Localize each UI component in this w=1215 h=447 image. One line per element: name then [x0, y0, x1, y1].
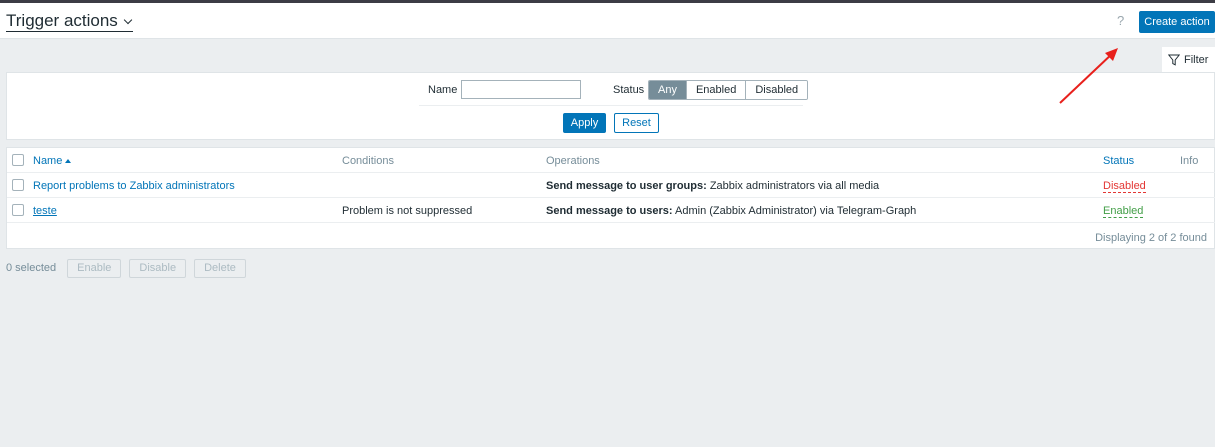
action-operations: Send message to user groups: Zabbix admi…	[546, 180, 880, 192]
disable-button[interactable]: Disable	[129, 258, 187, 278]
status-toggle-link[interactable]: Disabled	[1103, 180, 1146, 193]
status-toggle-link[interactable]: Enabled	[1103, 205, 1144, 218]
row-checkbox[interactable]	[12, 179, 24, 191]
enable-button[interactable]: Enable	[67, 258, 122, 278]
filter-divider	[419, 105, 803, 106]
table-row: Report problems to Zabbix administrators…	[7, 173, 1215, 198]
sort-asc-icon	[65, 159, 72, 163]
name-column-header[interactable]: Name	[33, 155, 72, 167]
action-name-link[interactable]: teste	[33, 205, 57, 217]
conditions-column-header: Conditions	[342, 155, 394, 167]
bulk-actions-bar: 0 selected Enable Disable Delete	[6, 258, 254, 278]
filter-icon	[1168, 54, 1180, 66]
select-all-checkbox[interactable]	[12, 154, 24, 166]
page-title: Trigger actions	[6, 11, 118, 30]
action-name-link[interactable]: Report problems to Zabbix administrators	[33, 180, 235, 192]
actions-table: Name Conditions Operations Status Info R…	[6, 147, 1215, 249]
status-column-header[interactable]: Status	[1103, 155, 1134, 167]
action-operations: Send message to users: Admin (Zabbix Adm…	[546, 205, 917, 217]
apply-button[interactable]: Apply	[563, 113, 606, 133]
help-icon[interactable]: ?	[1117, 13, 1124, 28]
info-column-header: Info	[1180, 155, 1199, 167]
status-filter-label: Status	[613, 84, 645, 96]
page-title-dropdown[interactable]: Trigger actions	[6, 11, 133, 32]
name-filter-label: Name	[428, 84, 458, 96]
status-enabled-option[interactable]: Enabled	[686, 81, 747, 99]
page-header: Trigger actions ? Create action	[0, 3, 1215, 39]
reset-button[interactable]: Reset	[614, 113, 659, 133]
create-action-button[interactable]: Create action	[1139, 11, 1215, 33]
status-any-option[interactable]: Any	[649, 81, 687, 99]
name-filter-input[interactable]	[461, 80, 581, 99]
status-filter-segmented: Any Enabled Disabled	[648, 80, 809, 100]
filter-tab-label: Filter	[1184, 53, 1209, 66]
chevron-down-icon	[123, 15, 133, 24]
status-disabled-option[interactable]: Disabled	[746, 81, 808, 99]
delete-button[interactable]: Delete	[194, 258, 246, 278]
selected-count: 0 selected	[6, 262, 57, 274]
table-footer-count: Displaying 2 of 2 found	[1095, 232, 1207, 244]
annotation-arrow-icon	[1059, 48, 1118, 104]
table-row: teste Problem is not suppressed Send mes…	[7, 198, 1215, 223]
filter-tab[interactable]: Filter	[1162, 47, 1215, 72]
action-conditions: Problem is not suppressed	[342, 205, 473, 217]
filter-panel: Name Status Any Enabled Disabled Apply R…	[6, 72, 1215, 140]
table-header-row: Name Conditions Operations Status Info	[7, 148, 1215, 173]
operations-column-header: Operations	[546, 155, 600, 167]
row-checkbox[interactable]	[12, 204, 24, 216]
